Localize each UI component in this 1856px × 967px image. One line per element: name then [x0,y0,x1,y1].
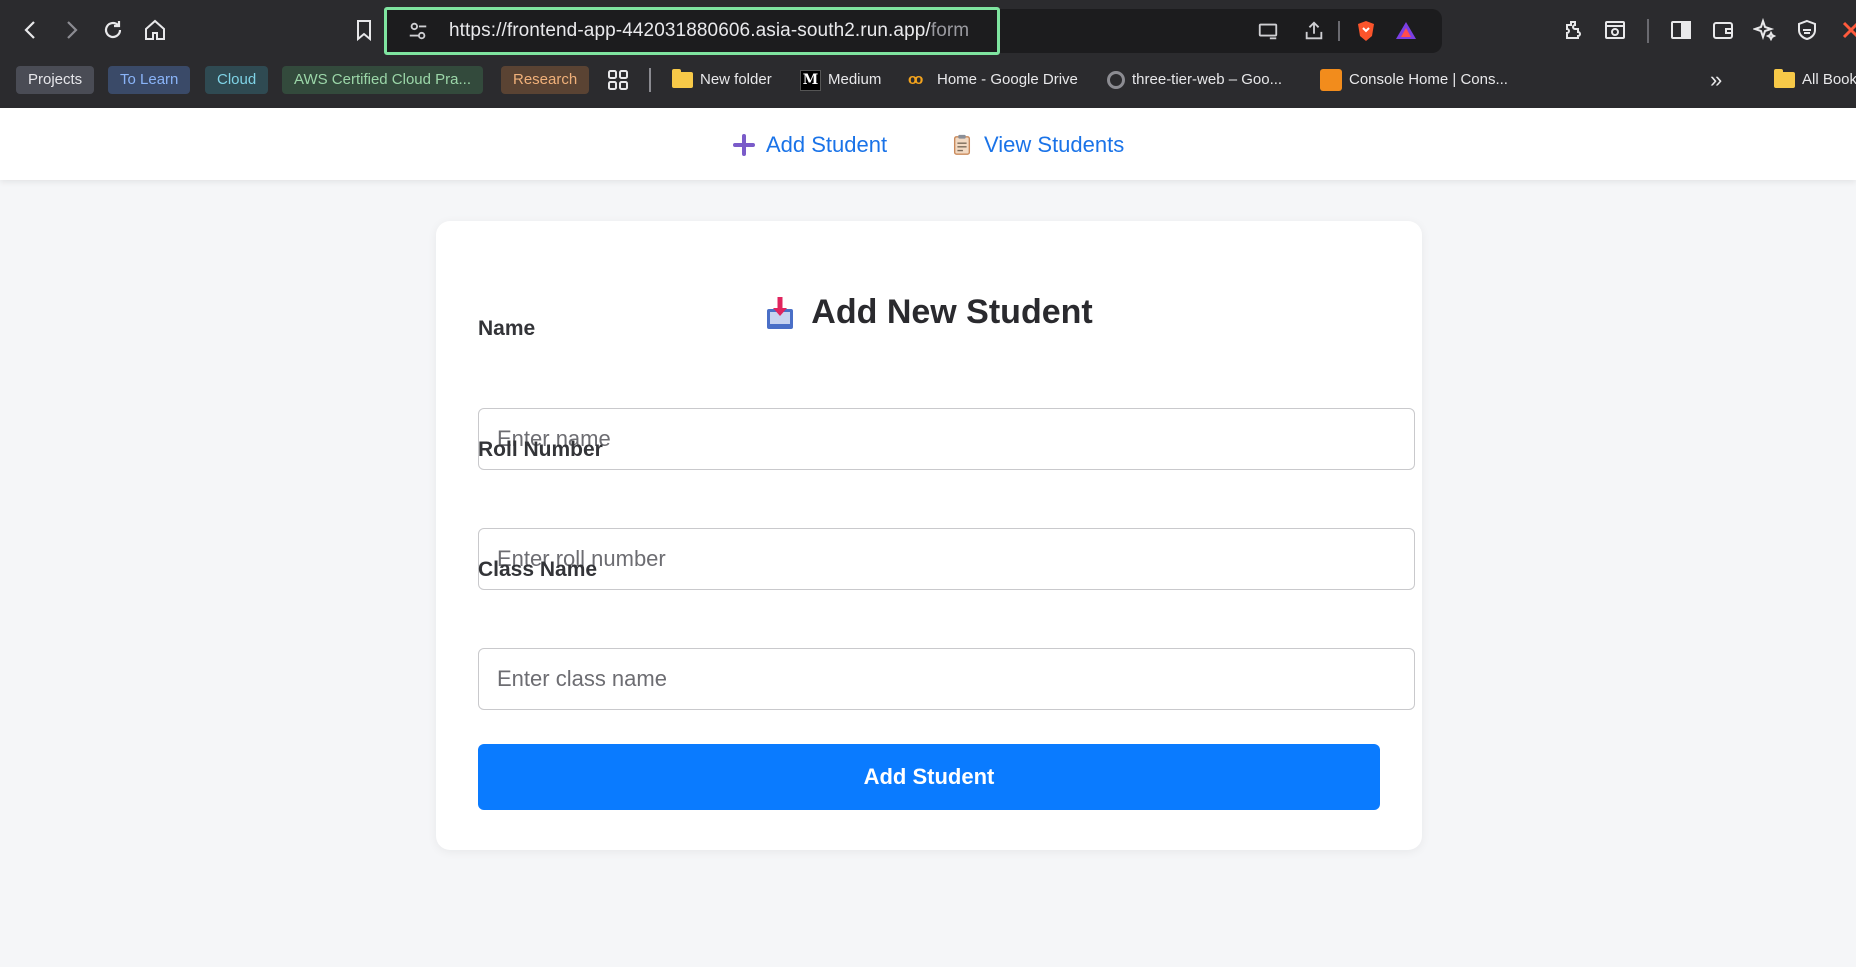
share-icon[interactable] [1302,19,1326,43]
bookmark-label: New folder [700,71,772,88]
bookmarks-bar: Projects To Learn Cloud AWS Certified Cl… [0,62,1856,108]
site-settings-icon[interactable] [407,20,429,42]
vpn-shield-icon[interactable] [1790,13,1824,47]
leo-ai-icon[interactable] [1748,13,1782,47]
plus-icon [732,133,756,157]
extensions-icon[interactable] [1557,13,1591,47]
bookmark-icon[interactable] [347,13,381,47]
nav-view-students-label: View Students [984,132,1125,157]
bookmark-group-aws-certified[interactable]: AWS Certified Cloud Pra... [282,66,484,94]
bookmark-label: Medium [828,71,882,88]
cast-icon[interactable] [1256,19,1280,43]
divider [1647,19,1649,43]
github-logo-icon [1107,71,1125,89]
medium-logo-icon: M [800,69,821,91]
forward-icon[interactable] [54,13,88,47]
bookmark-aws-console[interactable]: Console Home | Cons... [1320,66,1508,94]
brave-rewards-icon[interactable] [1394,19,1418,43]
divider [1338,21,1340,41]
back-icon[interactable] [14,13,48,47]
apps-grid-icon[interactable] [606,66,630,94]
browser-chrome: https://frontend-app-442031880606.asia-s… [0,0,1856,108]
roll-number-input[interactable] [478,528,1415,590]
name-input[interactable] [478,408,1415,470]
folder-icon [672,69,693,88]
drive-logo-icon: oo [908,71,923,88]
browser-toolbar: https://frontend-app-442031880606.asia-s… [0,0,1856,62]
close-profile-icon[interactable] [1834,13,1856,47]
brave-shields-icon[interactable] [1354,19,1378,43]
reader-mode-icon[interactable] [1598,13,1632,47]
bookmark-label: All Book [1802,71,1856,88]
bookmark-three-tier-web[interactable]: three-tier-web – Goo... [1107,66,1282,94]
bookmark-google-drive[interactable]: oo Home - Google Drive [908,66,1078,94]
nav-view-students-link[interactable]: View Students [950,130,1124,160]
bookmark-group-to-learn[interactable]: To Learn [108,66,191,94]
address-bar[interactable]: https://frontend-app-442031880606.asia-s… [384,7,1000,55]
url-text[interactable]: https://frontend-app-442031880606.asia-s… [449,20,969,42]
bookmarks-overflow-icon[interactable]: » [1710,66,1722,94]
bookmark-label: three-tier-web – Goo... [1132,71,1283,88]
bookmark-label: Home - Google Drive [937,71,1078,88]
class-name-input[interactable] [478,648,1415,710]
add-student-card: Add New Student Name Roll Number Class N… [436,221,1422,850]
clipboard-icon [950,133,974,157]
reload-icon[interactable] [96,13,130,47]
bookmarks-divider [649,68,651,92]
form-header: Add New Student [436,293,1422,332]
wallet-icon[interactable] [1706,13,1740,47]
url-path: form [930,20,970,41]
bookmark-medium[interactable]: M Medium [800,66,881,94]
home-icon[interactable] [138,13,172,47]
nav-add-student-link[interactable]: Add Student [732,130,887,160]
roll-number-label: Roll Number [478,438,603,461]
inbox-tray-icon [765,295,795,331]
bookmark-group-research[interactable]: Research [501,66,590,94]
nav-add-student-label: Add Student [766,132,888,157]
top-navigation: Add Student View Students [0,108,1856,180]
all-bookmarks[interactable]: All Book [1774,66,1856,94]
bookmark-group-projects[interactable]: Projects [16,66,95,94]
address-bar-actions [1000,9,1442,53]
bookmark-new-folder[interactable]: New folder [672,66,772,94]
class-name-label: Class Name [478,558,598,581]
folder-icon [1774,69,1795,88]
add-student-submit-button[interactable]: Add Student [478,744,1380,810]
url-host: https://frontend-app-442031880606.asia-s… [449,20,931,41]
bookmark-label: Console Home | Cons... [1349,71,1508,88]
form-title: Add New Student [811,293,1093,331]
bookmark-group-cloud[interactable]: Cloud [205,66,269,94]
name-label: Name [478,317,536,340]
sidebar-icon[interactable] [1664,13,1698,47]
aws-logo-icon [1320,69,1342,91]
